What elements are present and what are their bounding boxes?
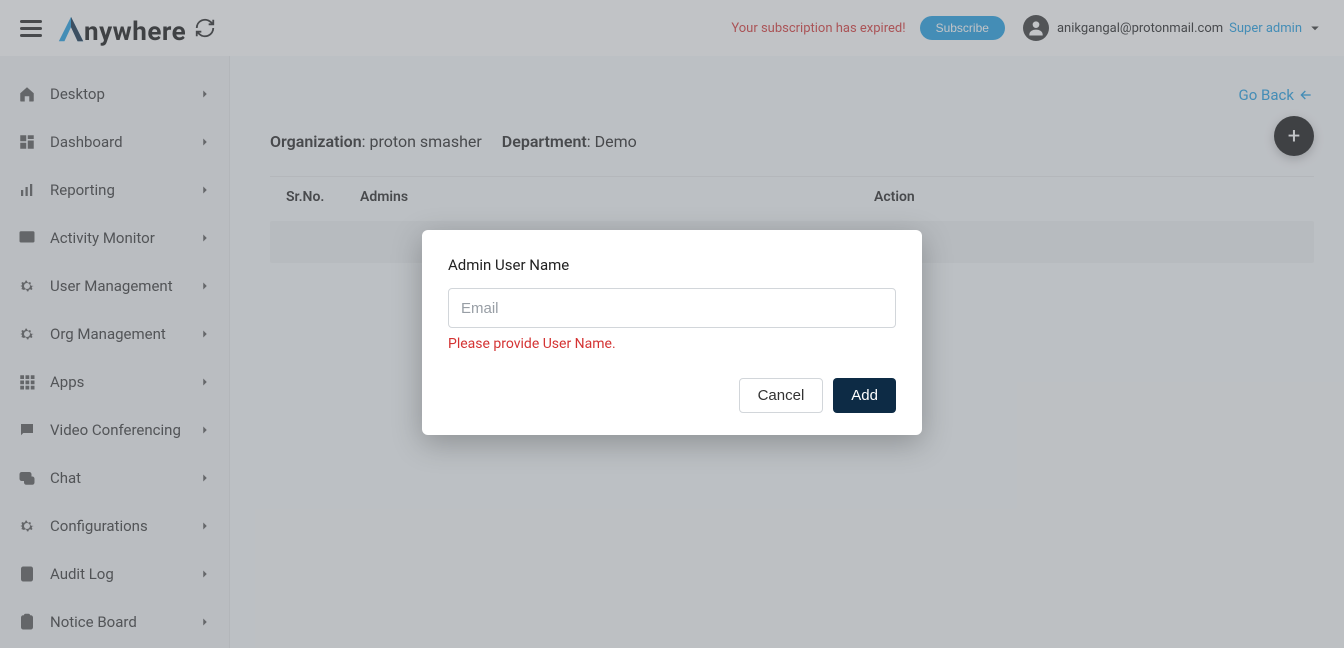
add-button[interactable]: Add <box>833 378 896 413</box>
modal-error-text: Please provide User Name. <box>448 336 896 352</box>
modal-title: Admin User Name <box>448 256 896 274</box>
admin-email-input[interactable] <box>448 288 896 328</box>
add-admin-modal: Admin User Name Please provide User Name… <box>422 230 922 435</box>
cancel-button[interactable]: Cancel <box>739 378 824 413</box>
